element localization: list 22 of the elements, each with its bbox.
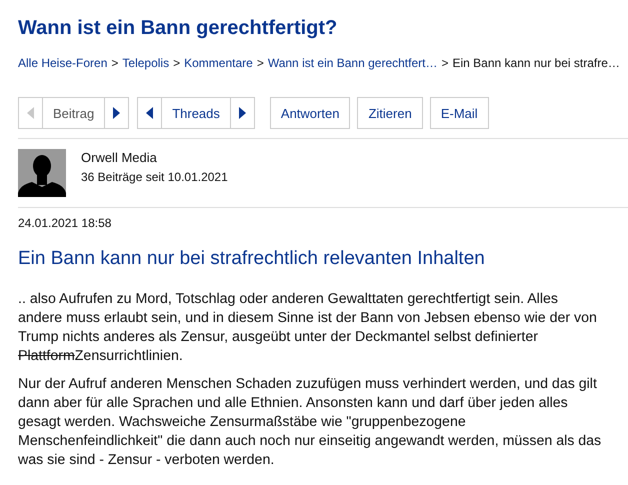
post-paragraph: .. also Aufrufen zu Mord, Totschlag oder anderen Gewalttaten gerechtfertigt sein. Alles andere muss erlaubt sein, und in diesem Sinne ist der Bann von Jebsen ebenso wie der von Trump nichts anderes als Zensur, ausgeübt unter der Deckmantel selbst definierter PlattformZensurrichtlinien.: [18, 290, 598, 366]
breadcrumb-separator: >: [173, 55, 180, 71]
breadcrumb-separator: >: [441, 55, 448, 71]
post-heading: Ein Bann kann nur bei strafrechtlich relevanten Inhalten: [18, 248, 486, 270]
current-breadcrumb: Ein Bann kann nur bei strafre…: [452, 55, 620, 71]
breadcrumb-separator: >: [111, 55, 118, 71]
post-date: 24.01.2021 18:58: [18, 216, 112, 230]
post-paragraph: Nur der Aufruf anderen Menschen Schaden zuzufügen muss verhindert werden, und das gilt dann aber für alle Sprachen und alle Ethnien. Ansonsten kann und darf über jeden alles gesagt werden. Wachsweiche Zensurmaßstäbe wie "gruppenbezogene Menschenfeindlichkeit" die dann auch noch nur einseitig angewandt werden, müssen als das was sie sind - Zensur - verboten werden.: [18, 375, 602, 470]
action-button[interactable]: Antworten: [270, 97, 350, 129]
author-stats: 36 Beiträge seit 10.01.2021: [81, 170, 228, 184]
navigation-label-button[interactable]: Threads: [161, 98, 231, 128]
navigation-label-button[interactable]: Beitrag: [42, 98, 106, 128]
breadcrumb-link[interactable]: Telepolis: [122, 55, 170, 71]
breadcrumb-separator: >: [256, 55, 264, 71]
breadcrumb-link[interactable]: Wann ist ein Bann gerechtfert…: [268, 55, 438, 71]
author-name: Orwell Media: [81, 150, 158, 165]
action-button[interactable]: E-Mail: [430, 97, 489, 129]
action-button[interactable]: Zitieren: [357, 97, 423, 129]
breadcrumb-link[interactable]: Alle Heise-Foren: [18, 55, 108, 71]
page-title: Wann ist ein Bann gerechtfertigt?: [18, 16, 338, 41]
breadcrumb-link[interactable]: Kommentare: [184, 55, 253, 71]
avatar-icon: [18, 149, 66, 197]
